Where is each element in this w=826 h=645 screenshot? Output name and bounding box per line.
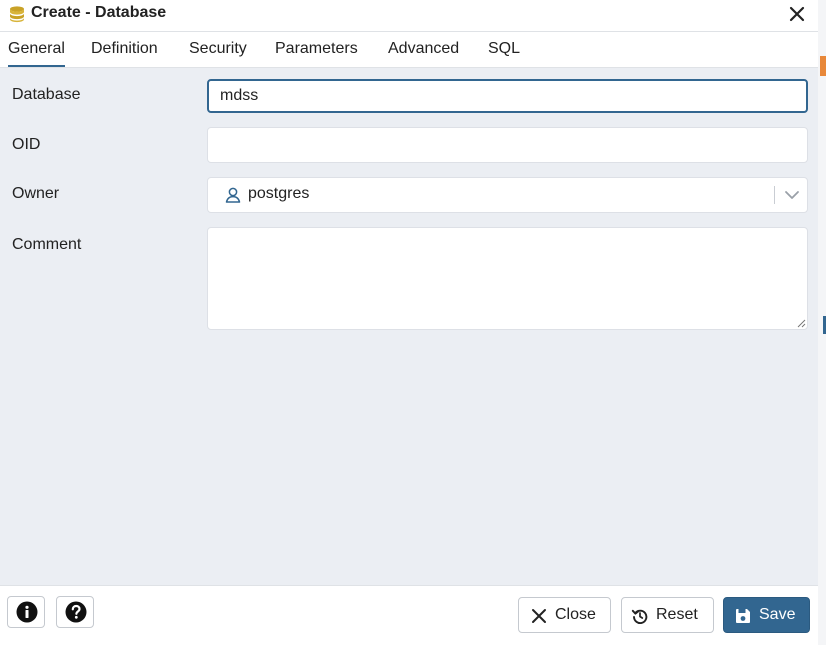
reset-button[interactable]: Reset	[621, 597, 714, 633]
reset-icon	[631, 609, 648, 624]
save-button[interactable]: Save	[723, 597, 810, 633]
user-icon	[225, 187, 241, 203]
dialog-titlebar: Create - Database	[0, 0, 818, 32]
tab-bar: General Definition Security Parameters A…	[0, 32, 818, 68]
owner-label: Owner	[12, 185, 60, 202]
resize-grip-icon[interactable]	[796, 318, 806, 328]
database-name-value: mdss	[220, 87, 259, 104]
owner-select[interactable]: postgres	[207, 177, 808, 213]
oid-label: OID	[12, 136, 41, 153]
database-icon	[10, 6, 24, 23]
info-button[interactable]	[7, 596, 45, 628]
tab-sql[interactable]: SQL	[488, 32, 520, 65]
create-database-dialog: Create - Database General Definition Sec…	[0, 0, 819, 642]
tab-definition[interactable]: Definition	[91, 32, 158, 65]
save-icon	[736, 609, 750, 623]
comment-label: Comment	[12, 236, 82, 253]
tab-advanced[interactable]: Advanced	[388, 32, 459, 65]
owner-value: postgres	[248, 185, 310, 202]
info-icon	[16, 601, 38, 623]
background-accent-mark	[820, 56, 826, 76]
help-icon	[65, 601, 87, 623]
dialog-title: Create - Database	[31, 4, 167, 21]
help-button[interactable]	[56, 596, 94, 628]
chevron-down-icon[interactable]	[782, 186, 802, 204]
tab-general[interactable]: General	[8, 32, 65, 67]
reset-button-label: Reset	[656, 606, 698, 623]
comment-textarea[interactable]	[207, 227, 808, 330]
dialog-footer: Close Reset Save	[0, 585, 818, 642]
close-dialog-icon[interactable]	[786, 3, 808, 25]
close-icon	[532, 609, 546, 623]
close-button-label: Close	[555, 606, 596, 623]
tab-parameters[interactable]: Parameters	[275, 32, 358, 65]
close-button[interactable]: Close	[518, 597, 611, 633]
database-label: Database	[12, 86, 81, 103]
oid-input[interactable]	[207, 127, 808, 163]
tab-security[interactable]: Security	[189, 32, 247, 65]
select-separator	[774, 186, 775, 204]
background-panel-edge	[818, 0, 826, 645]
database-name-input[interactable]: mdss	[207, 79, 808, 113]
save-button-label: Save	[759, 606, 796, 623]
